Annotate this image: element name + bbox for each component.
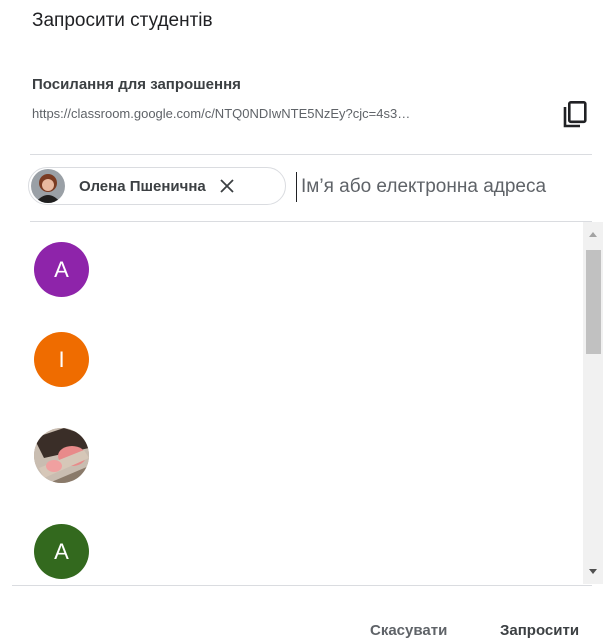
scroll-up-button[interactable] [583,224,603,244]
triangle-up-icon [589,232,597,237]
dialog-title: Запросити студентів [32,10,213,31]
list-item[interactable] [12,408,582,492]
invite-link-label: Посилання для запрошення [32,76,241,93]
avatar [34,428,89,483]
divider [30,154,592,155]
cancel-button[interactable]: Скасувати [370,622,447,639]
copy-link-button[interactable] [560,100,588,130]
scrollbar-thumb[interactable] [586,250,601,354]
list-item[interactable]: I [12,312,582,396]
suggestion-list: A I A [12,222,582,582]
scrollbar[interactable] [583,222,603,584]
triangle-down-icon [589,569,597,574]
copy-icon [563,100,587,128]
chip-label: Олена Пшенична [79,177,206,195]
avatar: A [34,242,89,297]
list-item[interactable]: A [12,222,582,306]
avatar [31,169,65,203]
list-item[interactable]: A [12,504,582,582]
scroll-down-button[interactable] [583,562,603,582]
invite-link-url[interactable]: https://classroom.google.com/c/NTQ0NDIwN… [32,106,534,121]
close-icon [220,179,234,193]
avatar: A [34,524,89,579]
remove-recipient-button[interactable] [218,177,236,195]
divider [12,585,592,586]
recipient-search-input[interactable] [296,172,601,202]
invite-button[interactable]: Запросити [500,622,579,639]
avatar: I [34,332,89,387]
recipient-chip[interactable]: Олена Пшенична [28,167,286,205]
